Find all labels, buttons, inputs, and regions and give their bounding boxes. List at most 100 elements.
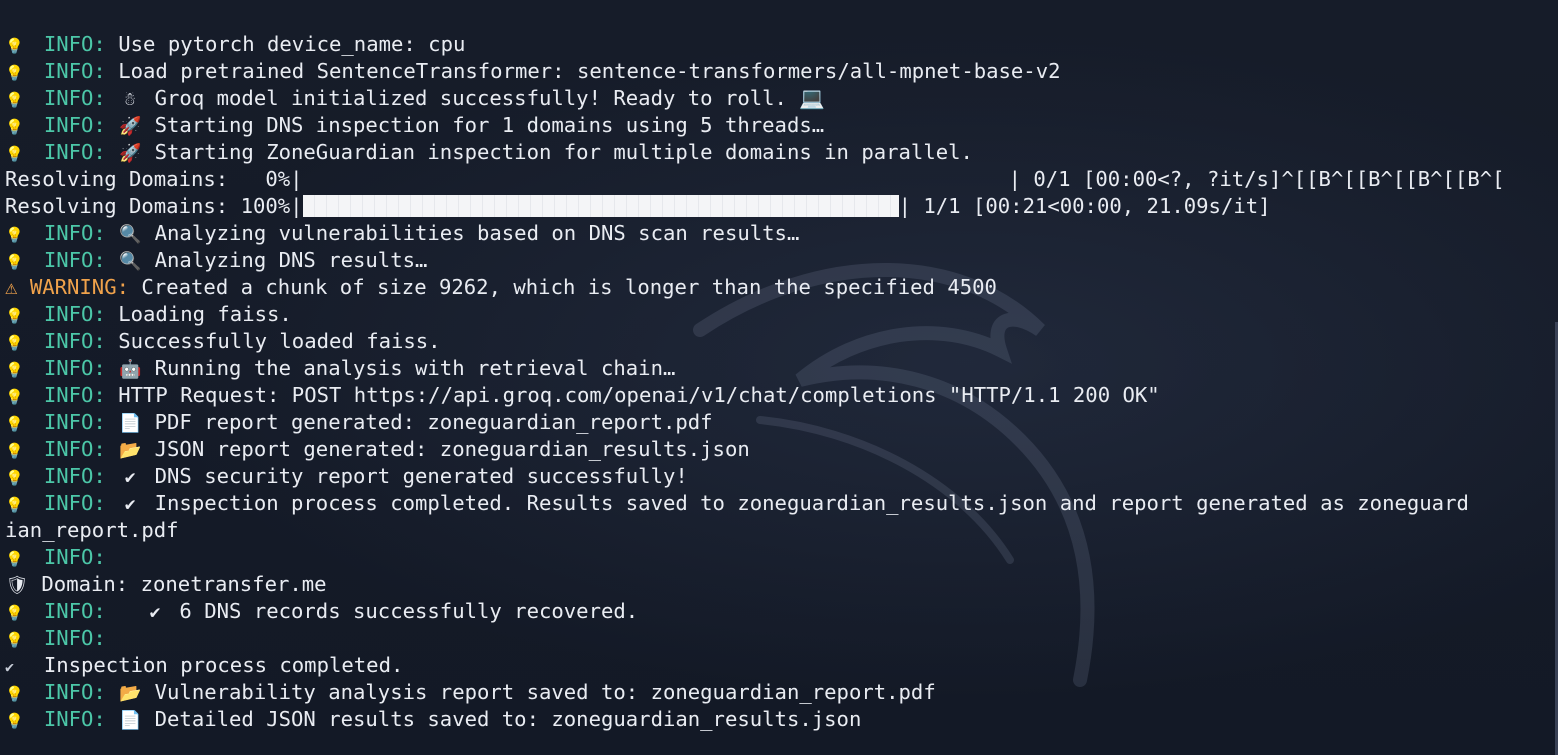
log-level: INFO: [43, 302, 106, 326]
log-level: INFO: [43, 437, 106, 461]
progress-label: Resolving Domains: 100%| [5, 194, 303, 218]
bulb-icon: 💡 [5, 361, 24, 379]
bulb-icon: 💡 [5, 388, 24, 406]
log-level: INFO: [43, 248, 106, 272]
bulb-icon: 💡 [5, 307, 24, 325]
progress-line: Resolving Domains: 100%| | 1/1 [00:21<00:… [5, 193, 1555, 220]
warning-line: ⚠ WARNING: Created a chunk of size 9262,… [5, 274, 1555, 301]
progress-line: Resolving Domains: 0%| | 0/1 [00:00<?, ?i… [5, 166, 1555, 193]
log-message: Analyzing DNS results… [154, 248, 428, 272]
log-message: Analyzing vulnerabilities based on DNS s… [154, 221, 800, 245]
status-emoji-icon: 🔍 [119, 224, 142, 245]
log-line: 💡 INFO: Loading faiss. [5, 301, 1555, 328]
check-icon: ✔ [5, 658, 15, 676]
log-level: INFO: [43, 32, 106, 56]
log-line: 💡 INFO: 🤖 Running the analysis with retr… [5, 355, 1555, 382]
bulb-icon: 💡 [5, 415, 24, 433]
log-line: 💡 INFO: 🚀 Starting ZoneGuardian inspecti… [5, 139, 1555, 166]
log-line: 💡 INFO: [5, 544, 1555, 571]
log-line: 💡 INFO: 🔍 Analyzing DNS results… [5, 247, 1555, 274]
progress-stats: | 1/1 [00:21<00:00, 21.09s/it] [898, 194, 1271, 218]
log-level: INFO: [43, 86, 106, 110]
log-level: INFO: [43, 680, 106, 704]
log-message: Created a chunk of size 9262, which is l… [141, 275, 997, 299]
log-message: Running the analysis with retrieval chai… [154, 356, 676, 380]
log-line: 💡 INFO: Load pretrained SentenceTransfor… [5, 58, 1555, 85]
log-line: 💡 INFO: Successfully loaded faiss. [5, 328, 1555, 355]
progress-bar [303, 168, 1009, 190]
log-level: INFO: [43, 491, 106, 515]
domain-line: 🛡 Domain: zonetransfer.me [5, 571, 1555, 598]
status-emoji-icon: ✔ [124, 467, 136, 488]
bulb-icon: 💡 [5, 442, 24, 460]
log-level: INFO: [43, 626, 106, 650]
log-level: INFO: [43, 707, 106, 731]
log-message: Vulnerability analysis report saved to: … [154, 680, 936, 704]
log-line: 💡 INFO: Use pytorch device_name: cpu [5, 31, 1555, 58]
status-emoji-icon: 🔍 [119, 251, 142, 272]
bulb-icon: 💡 [5, 253, 24, 271]
log-message: ian_report.pdf [5, 518, 179, 542]
log-level: INFO: [43, 599, 106, 623]
check-icon: ✔ [149, 602, 161, 623]
progress-stats: | 0/1 [00:00<?, ?it/s]^[[B^[[B^[[B^[[B^[ [1008, 167, 1505, 191]
wrapped-line: ian_report.pdf [5, 517, 1555, 544]
terminal-output: 💡 INFO: Use pytorch device_name: cpu 💡 IN… [5, 31, 1555, 733]
log-message: 6 DNS records successfully recovered. [179, 599, 639, 623]
log-line: 💡 INFO: 📂 Vulnerability analysis report … [5, 679, 1555, 706]
bulb-icon: 💡 [5, 496, 24, 514]
progress-label: Resolving Domains: 0%| [5, 167, 303, 191]
log-line: 💡 INFO: 📂 JSON report generated: zonegua… [5, 436, 1555, 463]
log-level: INFO: [43, 140, 106, 164]
domain-text: Domain: zonetransfer.me [41, 572, 327, 596]
log-line: 💡 INFO: 📄 Detailed JSON results saved to… [5, 706, 1555, 733]
log-line: 💡 INFO: [5, 625, 1555, 652]
status-emoji-icon: 📄 [119, 413, 142, 434]
log-message: Inspection process completed. [43, 653, 404, 677]
complete-line: ✔ Inspection process completed. [5, 652, 1555, 679]
log-message: Successfully loaded faiss. [118, 329, 441, 353]
bulb-icon: 💡 [5, 37, 24, 55]
log-line: 💡 INFO: ✔ DNS security report generated … [5, 463, 1555, 490]
status-emoji-icon: ✔ [124, 494, 136, 515]
bulb-icon: 💡 [5, 64, 24, 82]
log-line: 💡 INFO: 🔍 Analyzing vulnerabilities base… [5, 220, 1555, 247]
terminal-window[interactable]: 💡 INFO: Use pytorch device_name: cpu 💡 IN… [0, 0, 1558, 755]
log-line: 💡 INFO: HTTP Request: POST https://api.g… [5, 382, 1555, 409]
status-emoji-icon: 🚀 [119, 143, 142, 164]
status-emoji-icon: 📂 [119, 683, 142, 704]
status-emoji-icon: 📄 [119, 710, 142, 731]
log-level: WARNING: [29, 275, 130, 299]
log-message: PDF report generated: zoneguardian_repor… [154, 410, 713, 434]
log-message: Detailed JSON results saved to: zoneguar… [154, 707, 862, 731]
log-level: INFO: [43, 383, 106, 407]
progress-bar [302, 194, 899, 217]
log-message: Inspection process completed. Results sa… [154, 491, 1469, 515]
status-emoji-icon: 📂 [119, 440, 142, 461]
bulb-icon: 💡 [5, 550, 24, 568]
bulb-icon: 💡 [5, 226, 24, 244]
bulb-icon: 💡 [5, 91, 24, 109]
log-level: INFO: [43, 545, 106, 569]
log-message: Load pretrained SentenceTransformer: sen… [118, 59, 1061, 83]
bulb-icon: 💡 [5, 712, 24, 730]
log-level: INFO: [43, 356, 106, 380]
log-level: INFO: [43, 464, 106, 488]
log-message: JSON report generated: zoneguardian_resu… [154, 437, 750, 461]
log-line: 💡 INFO: ✔ Inspection process completed. … [5, 490, 1555, 517]
log-message: Starting ZoneGuardian inspection for mul… [154, 140, 973, 164]
bulb-icon: 💡 [5, 118, 24, 136]
bulb-icon: 💡 [5, 334, 24, 352]
log-line: 💡 INFO: 📄 PDF report generated: zoneguar… [5, 409, 1555, 436]
log-message: DNS security report generated successful… [154, 464, 688, 488]
log-line: 💡 INFO: ✔ 6 DNS records successfully rec… [5, 598, 1555, 625]
log-level: INFO: [43, 113, 106, 137]
bulb-icon: 💡 [5, 145, 24, 163]
bulb-icon: 💡 [5, 604, 24, 622]
status-emoji-icon: ☃ [124, 89, 136, 110]
log-level: INFO: [43, 221, 106, 245]
log-line: 💡 INFO: ☃ Groq model initialized success… [5, 85, 1555, 112]
status-emoji-icon: 🤖 [119, 359, 142, 380]
log-level: INFO: [43, 59, 106, 83]
log-message: Use pytorch device_name: cpu [118, 32, 466, 56]
